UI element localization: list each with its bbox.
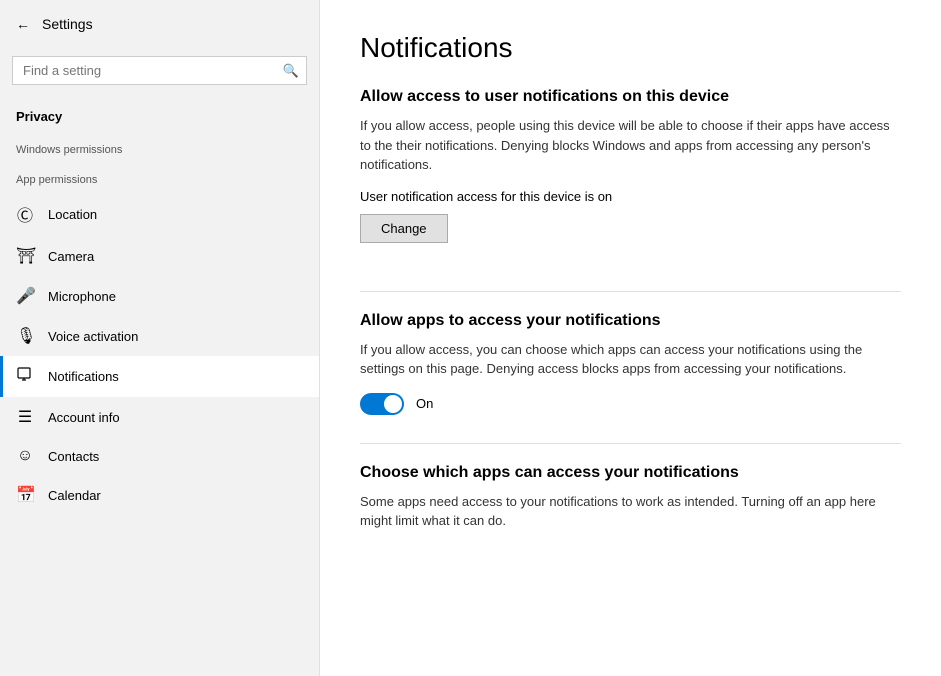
sidebar: ← Settings 🔍 Privacy Windows permissions… <box>0 0 320 676</box>
section-device-access: Allow access to user notifications on th… <box>360 88 901 271</box>
change-button[interactable]: Change <box>360 214 448 243</box>
sidebar-item-microphone[interactable]: 🎤 Microphone <box>0 276 319 316</box>
sidebar-item-label: Voice activation <box>48 329 138 344</box>
sidebar-item-label: Contacts <box>48 449 99 464</box>
voice-activation-icon: 🎙 <box>16 326 34 346</box>
account-info-icon: ☰ <box>16 407 34 427</box>
camera-icon: ⛩ <box>16 246 34 266</box>
search-input[interactable] <box>12 56 307 85</box>
sidebar-item-notifications[interactable]: Notifications <box>0 356 319 397</box>
sidebar-item-camera[interactable]: ⛩ Camera <box>0 236 319 276</box>
divider2 <box>360 443 901 444</box>
sidebar-item-label: Location <box>48 207 97 222</box>
toggle-label: On <box>416 396 433 411</box>
section2-desc: If you allow access, you can choose whic… <box>360 340 901 379</box>
back-icon[interactable]: ← <box>16 16 30 32</box>
sidebar-item-label: Notifications <box>48 369 119 384</box>
page-title: Notifications <box>360 32 901 64</box>
section1-desc: If you allow access, people using this d… <box>360 116 901 175</box>
section-app-access: Allow apps to access your notifications … <box>360 312 901 415</box>
search-icon: 🔍 <box>283 63 299 79</box>
contacts-icon: ☺ <box>16 447 34 465</box>
sidebar-item-label: Calendar <box>48 488 101 503</box>
section1-heading: Allow access to user notifications on th… <box>360 88 901 106</box>
divider1 <box>360 291 901 292</box>
sidebar-item-label: Microphone <box>48 289 116 304</box>
search-box: 🔍 <box>12 56 307 85</box>
sidebar-header: ← Settings <box>0 0 319 48</box>
sidebar-item-contacts[interactable]: ☺ Contacts <box>0 437 319 475</box>
section2-heading: Allow apps to access your notifications <box>360 312 901 330</box>
windows-permissions-label: Windows permissions <box>0 132 319 162</box>
notifications-icon <box>16 366 34 387</box>
section-choose-apps: Choose which apps can access your notifi… <box>360 464 901 531</box>
calendar-icon: 📅 <box>16 485 34 505</box>
toggle-knob <box>384 395 402 413</box>
microphone-icon: 🎤 <box>16 286 34 306</box>
privacy-label: Privacy <box>0 93 319 132</box>
toggle-row: On <box>360 393 901 415</box>
section3-heading: Choose which apps can access your notifi… <box>360 464 901 482</box>
sidebar-title: Settings <box>42 16 93 32</box>
location-icon: Ⓒ <box>16 202 34 226</box>
sidebar-item-label: Camera <box>48 249 94 264</box>
sidebar-item-calendar[interactable]: 📅 Calendar <box>0 475 319 515</box>
main-content: Notifications Allow access to user notif… <box>320 0 941 676</box>
section1-status: User notification access for this device… <box>360 189 901 204</box>
sidebar-item-voice-activation[interactable]: 🎙 Voice activation <box>0 316 319 356</box>
notifications-toggle[interactable] <box>360 393 404 415</box>
sidebar-item-location[interactable]: Ⓒ Location <box>0 192 319 236</box>
sidebar-item-account-info[interactable]: ☰ Account info <box>0 397 319 437</box>
sidebar-item-label: Account info <box>48 410 120 425</box>
section3-desc: Some apps need access to your notificati… <box>360 492 901 531</box>
app-permissions-label: App permissions <box>0 162 319 192</box>
